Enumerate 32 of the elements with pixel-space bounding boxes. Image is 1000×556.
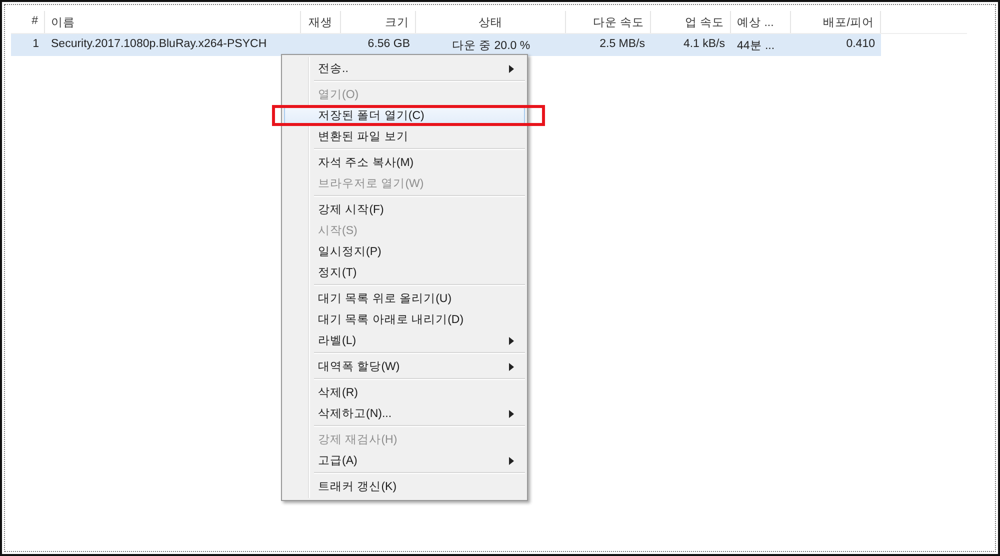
column-header[interactable]: 배포/피어 — [791, 11, 881, 33]
column-header[interactable]: 업 속도 — [651, 11, 731, 33]
column-header[interactable]: 이름 — [45, 11, 301, 33]
table-cell-text: Security.2017.1080p.BluRay.x264-PSYCH — [50, 37, 268, 52]
menu-item[interactable]: 고급(A) — [284, 451, 525, 470]
column-header[interactable]: # — [11, 11, 45, 33]
menu-item[interactable]: 대역폭 할당(W) — [284, 357, 525, 376]
menu-item[interactable]: 변환된 파일 보기 — [284, 127, 525, 146]
menu-item[interactable]: 일시정지(P) — [284, 242, 525, 261]
column-header[interactable]: 다운 속도 — [566, 11, 651, 33]
table-cell-text: 4.1 kB/s — [682, 37, 726, 52]
table-row[interactable]: 1 Security.2017.1080p.BluRay.x264-PSYCH 6.56 GB 다운 중 20.0 % 2.5 MB/s 4.1 kB/s 44분 ... 0.410 — [11, 34, 881, 56]
menu-item[interactable]: 대기 목록 위로 올리기(U) — [284, 289, 525, 308]
column-header[interactable]: 크기 — [341, 11, 416, 33]
table-cell-text: 1 — [32, 37, 40, 52]
column-header[interactable]: 예상 ... — [731, 11, 791, 33]
menu-item[interactable]: 삭제하고(N)... — [284, 404, 525, 423]
menu-item[interactable]: 대기 목록 아래로 내리기(D) — [284, 310, 525, 329]
column-header[interactable]: 상태 — [416, 11, 566, 33]
table-cell-text: 2.5 MB/s — [598, 37, 646, 52]
menu-item[interactable]: 전송.. — [284, 59, 525, 78]
table-cell-text: 6.56 GB — [366, 37, 411, 52]
table-cell-text: 0.410 — [845, 37, 876, 52]
menu-item[interactable]: 라벨(L) — [284, 331, 525, 350]
table-cell-text: 44분 ... — [736, 39, 776, 54]
table-cell-text: 다운 중 20.0 % — [450, 39, 532, 54]
menu-item[interactable]: 트래커 갱신(K) — [284, 477, 525, 496]
menu-item[interactable]: 정지(T) — [284, 263, 525, 282]
menu-item[interactable]: 자석 주소 복사(M) — [284, 153, 525, 172]
column-header[interactable]: 재생 — [301, 11, 341, 33]
menu-item[interactable]: 강제 시작(F) — [284, 200, 525, 219]
menu-item[interactable]: 삭제(R) — [284, 383, 525, 402]
